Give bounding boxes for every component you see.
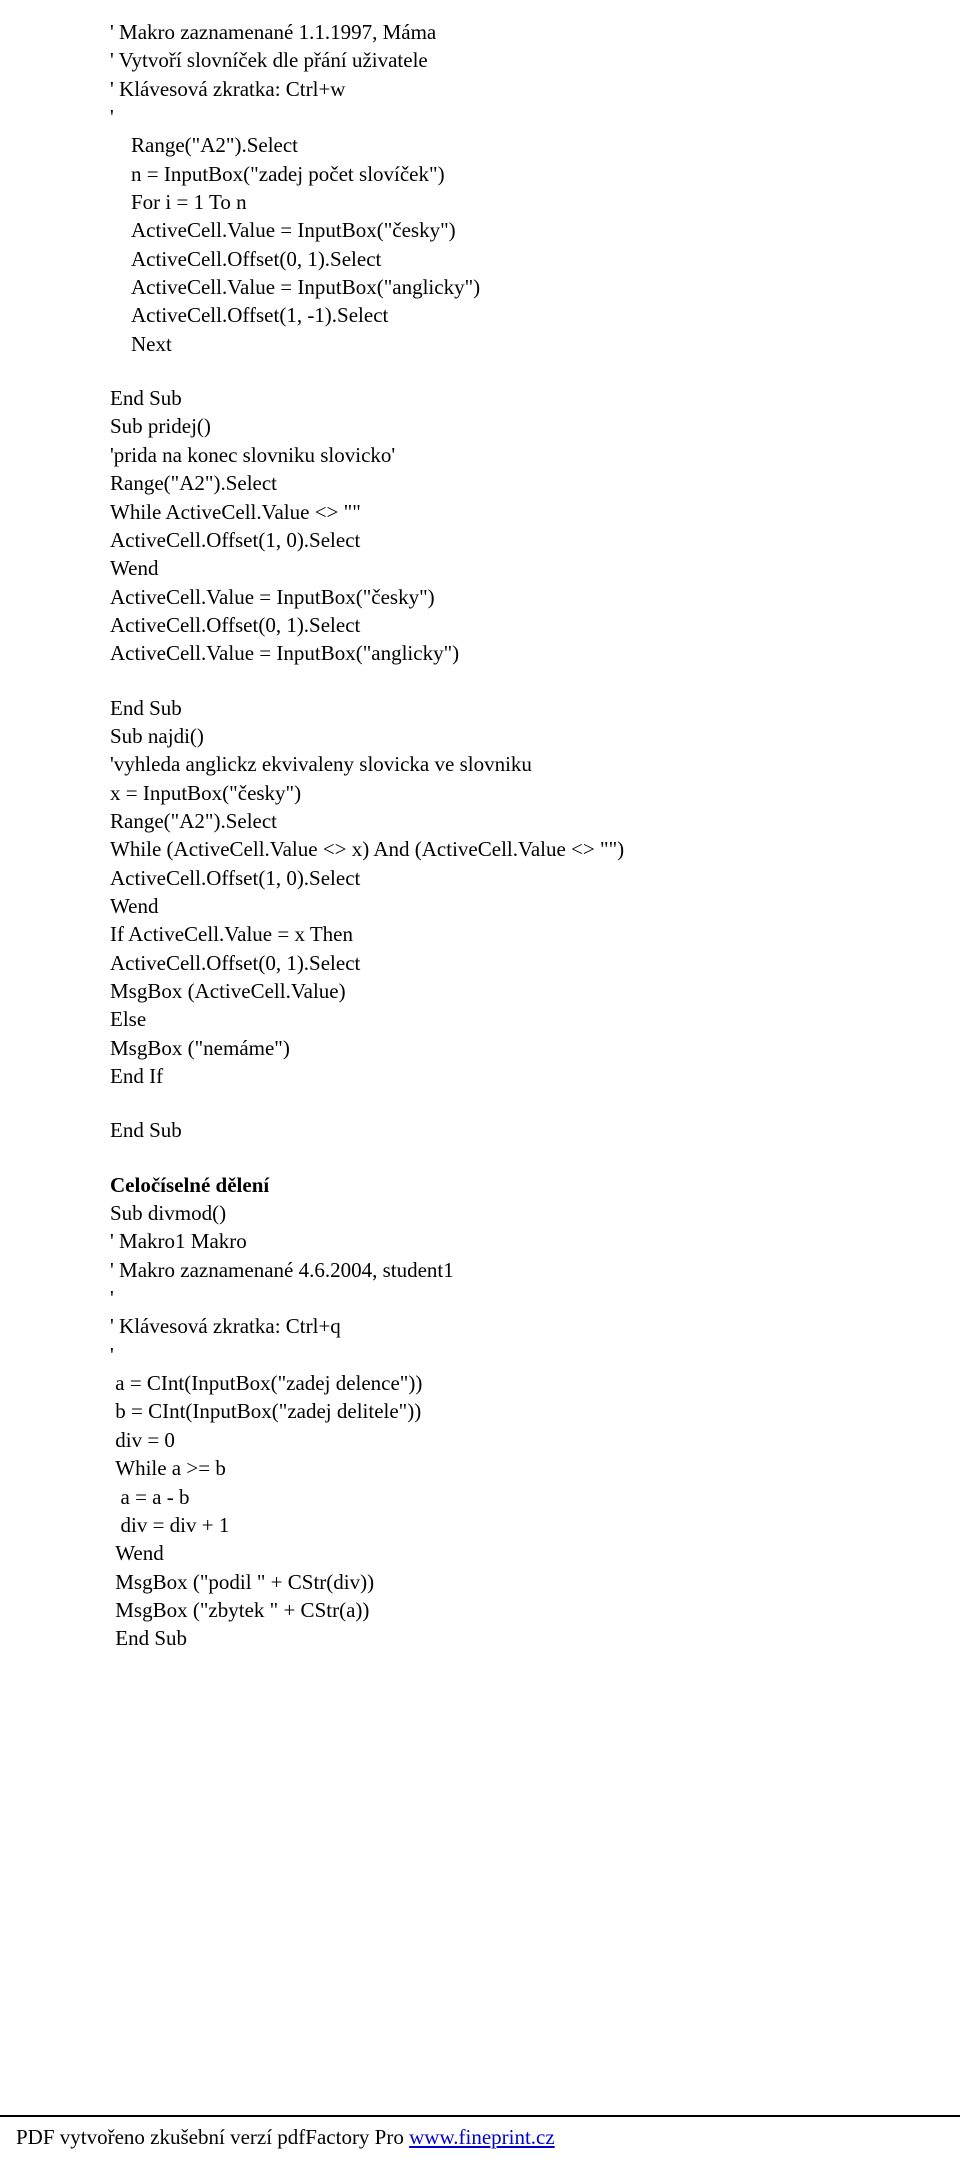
code-line: ActiveCell.Offset(0, 1).Select [110,245,960,273]
spacer [110,358,960,384]
code-line: Range("A2").Select [110,131,960,159]
code-line: n = InputBox("zadej počet slovíček") [110,160,960,188]
code-line: ' [110,103,960,131]
code-block-1: ' Makro zaznamenané 1.1.1997, Máma' Vytv… [110,18,960,358]
code-line: ActiveCell.Offset(1, -1).Select [110,301,960,329]
code-block-2: End SubSub pridej()'prida na konec slovn… [110,384,960,667]
code-block-5: Sub divmod()' Makro1 Makro' Makro zaznam… [110,1199,960,1653]
code-line: Wend [110,554,960,582]
code-line: x = InputBox("česky") [110,779,960,807]
code-line: End If [110,1062,960,1090]
code-line: End Sub [110,694,960,722]
code-line: MsgBox (ActiveCell.Value) [110,977,960,1005]
code-line: div = 0 [110,1426,960,1454]
code-line: 'prida na konec slovniku slovicko' [110,441,960,469]
code-line: For i = 1 To n [110,188,960,216]
code-block-3: End SubSub najdi()'vyhleda anglickz ekvi… [110,694,960,1091]
code-line: 'vyhleda anglickz ekvivaleny slovicka ve… [110,750,960,778]
code-line: a = a - b [110,1483,960,1511]
code-line: Sub pridej() [110,412,960,440]
spacer [110,1090,960,1116]
code-line: ' Makro1 Makro [110,1227,960,1255]
code-line: While (ActiveCell.Value <> x) And (Activ… [110,835,960,863]
code-line: div = div + 1 [110,1511,960,1539]
page-footer: PDF vytvořeno zkušební verzí pdfFactory … [0,2115,960,2151]
code-line: While ActiveCell.Value <> "" [110,498,960,526]
spacer [110,668,960,694]
code-line: While a >= b [110,1454,960,1482]
code-line: ActiveCell.Value = InputBox("anglicky") [110,639,960,667]
code-line: ActiveCell.Value = InputBox("česky") [110,583,960,611]
code-line: ' Vytvoří slovníček dle přání uživatele [110,46,960,74]
code-line: ' [110,1341,960,1369]
code-line: MsgBox ("zbytek " + CStr(a)) [110,1596,960,1624]
code-block-4: End Sub [110,1116,960,1144]
code-line: End Sub [110,1624,960,1652]
code-line: Next [110,330,960,358]
code-line: Range("A2").Select [110,469,960,497]
code-line: ActiveCell.Offset(0, 1).Select [110,611,960,639]
code-line: Wend [110,892,960,920]
code-line: ActiveCell.Value = InputBox("česky") [110,216,960,244]
code-line: ActiveCell.Offset(0, 1).Select [110,949,960,977]
code-line: Else [110,1005,960,1033]
code-line: a = CInt(InputBox("zadej delence")) [110,1369,960,1397]
code-line: b = CInt(InputBox("zadej delitele")) [110,1397,960,1425]
code-line: Sub divmod() [110,1199,960,1227]
code-line: MsgBox ("nemáme") [110,1034,960,1062]
section-heading: Celočíselné dělení [110,1171,960,1199]
code-line: ' Makro zaznamenané 1.1.1997, Máma [110,18,960,46]
document-page: ' Makro zaznamenané 1.1.1997, Máma' Vytv… [0,0,960,2177]
code-line: MsgBox ("podil " + CStr(div)) [110,1568,960,1596]
code-line: ' [110,1284,960,1312]
code-line: Sub najdi() [110,722,960,750]
code-line: ActiveCell.Offset(1, 0).Select [110,864,960,892]
code-line: End Sub [110,384,960,412]
footer-text: PDF vytvořeno zkušební verzí pdfFactory … [16,2125,409,2149]
code-line: ' Klávesová zkratka: Ctrl+w [110,75,960,103]
code-line: ActiveCell.Offset(1, 0).Select [110,526,960,554]
footer-link[interactable]: www.fineprint.cz [409,2125,555,2149]
code-line: Wend [110,1539,960,1567]
code-line: ActiveCell.Value = InputBox("anglicky") [110,273,960,301]
code-line: Range("A2").Select [110,807,960,835]
spacer [110,1145,960,1171]
code-line: End Sub [110,1116,960,1144]
code-line: ' Klávesová zkratka: Ctrl+q [110,1312,960,1340]
code-line: If ActiveCell.Value = x Then [110,920,960,948]
code-line: ' Makro zaznamenané 4.6.2004, student1 [110,1256,960,1284]
